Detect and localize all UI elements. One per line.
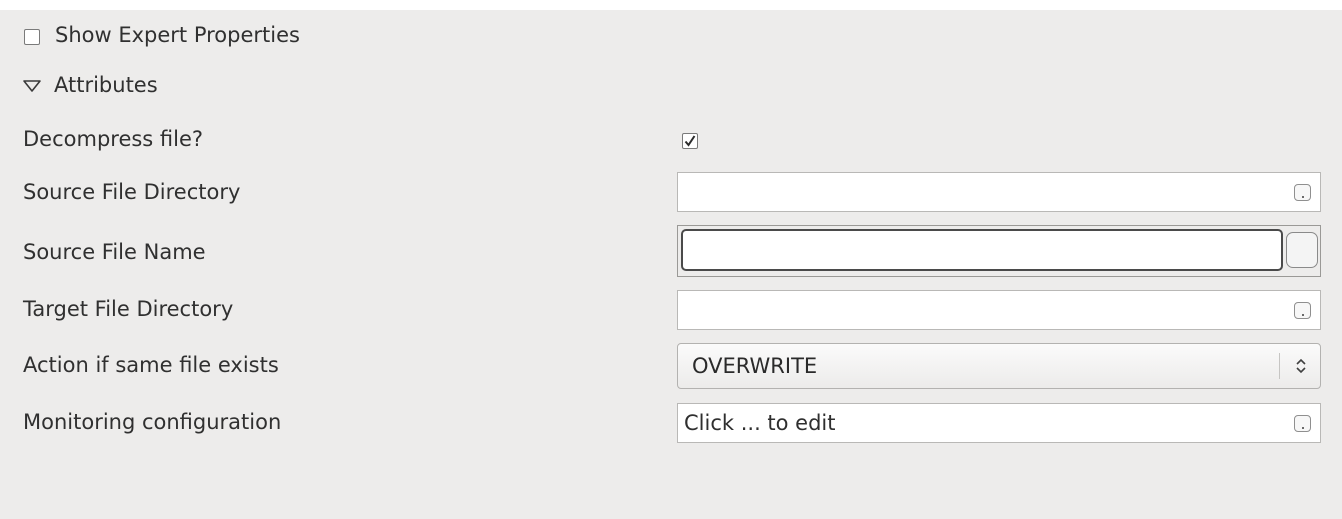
decompress-checkbox[interactable]	[682, 133, 698, 149]
expand-triangle-icon[interactable]	[22, 79, 42, 93]
target-dir-label: Target File Directory	[23, 297, 234, 321]
properties-panel: Show Expert Properties Attributes Decomp…	[0, 0, 1342, 519]
source-dir-label: Source File Directory	[23, 180, 241, 204]
target-dir-browse-button[interactable]	[1294, 302, 1311, 319]
top-border	[0, 0, 1342, 10]
monitoring-label: Monitoring configuration	[23, 410, 282, 434]
show-expert-label: Show Expert Properties	[55, 23, 300, 47]
decompress-label: Decompress file?	[23, 127, 204, 151]
monitoring-edit-button[interactable]	[1294, 415, 1311, 432]
target-dir-field[interactable]	[677, 290, 1321, 330]
attributes-section-header[interactable]: Attributes	[54, 73, 158, 97]
action-label: Action if same file exists	[23, 353, 279, 377]
show-expert-checkbox[interactable]	[24, 29, 40, 45]
source-name-field[interactable]	[677, 225, 1321, 277]
action-value: OVERWRITE	[692, 354, 818, 378]
combo-separator	[1279, 353, 1280, 379]
up-down-arrows-icon[interactable]	[1294, 356, 1308, 376]
source-name-input[interactable]	[681, 229, 1283, 271]
source-name-label: Source File Name	[23, 240, 206, 264]
monitoring-value: Click ... to edit	[684, 411, 836, 435]
action-combobox[interactable]: OVERWRITE	[677, 343, 1321, 389]
checkmark-icon	[684, 135, 696, 147]
monitoring-field[interactable]: Click ... to edit	[677, 403, 1321, 443]
source-dir-field[interactable]	[677, 172, 1321, 212]
source-name-browse-button[interactable]	[1286, 232, 1318, 268]
source-dir-browse-button[interactable]	[1294, 184, 1311, 201]
